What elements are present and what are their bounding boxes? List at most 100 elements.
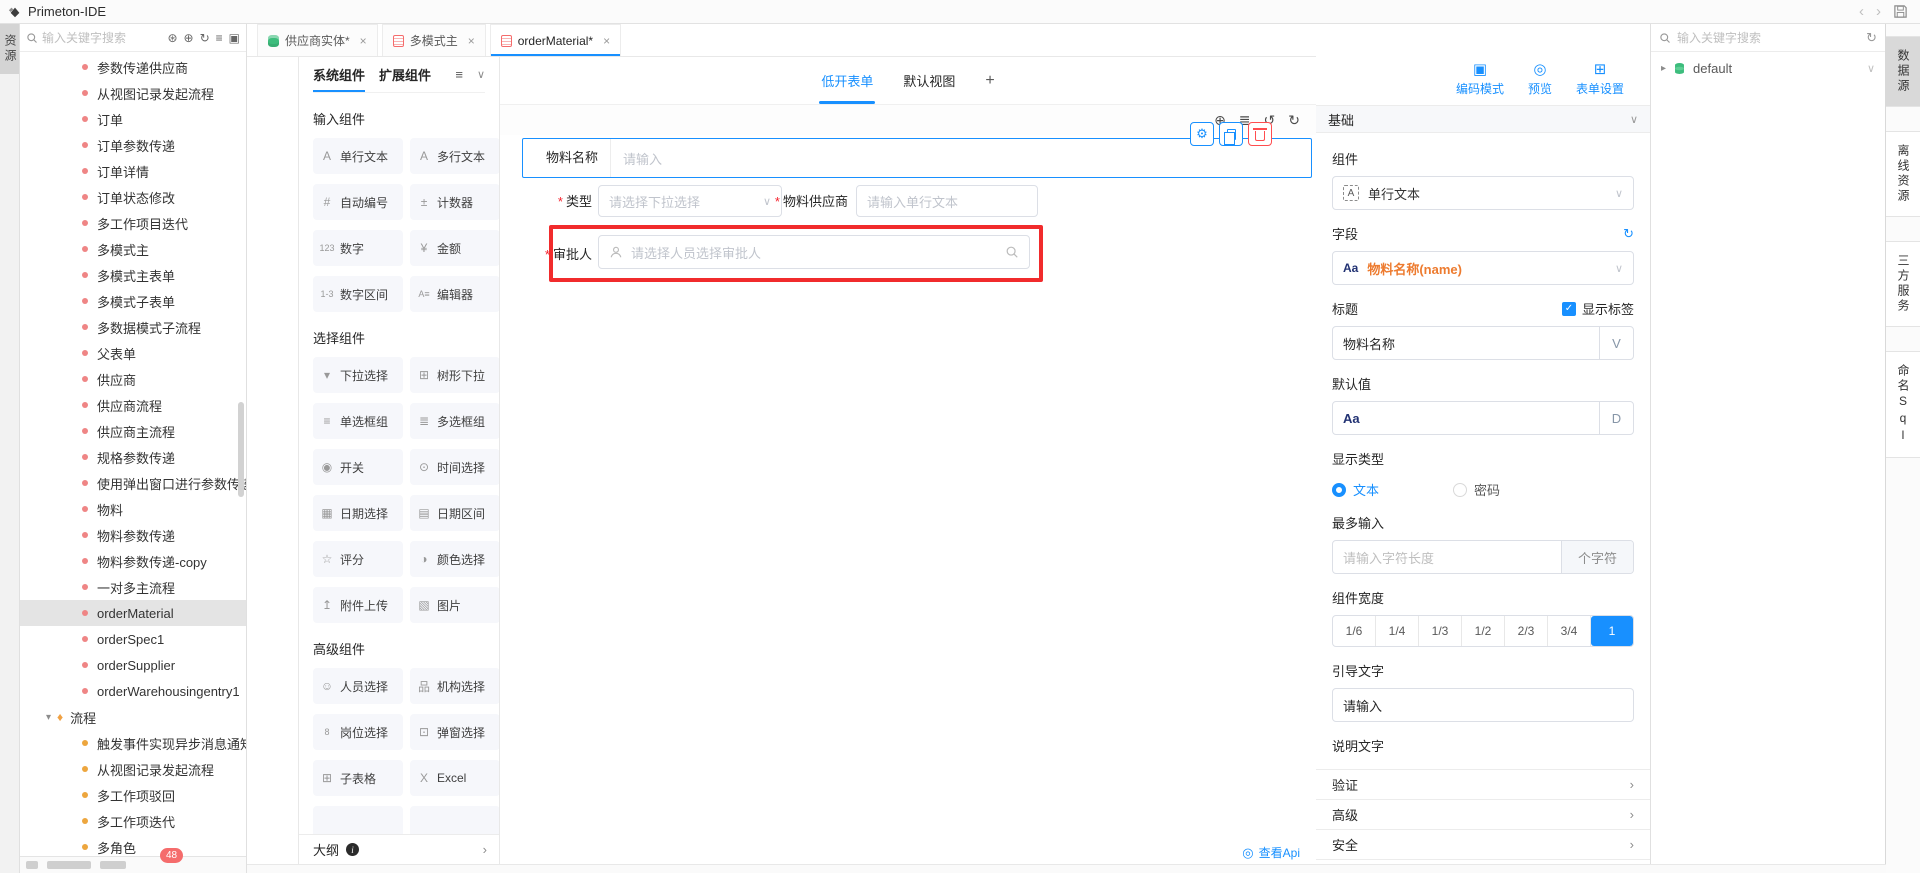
palette-component-button[interactable]: 123 数字 <box>313 230 403 266</box>
palette-component-button[interactable]: ≡ 单选框组 <box>313 403 403 439</box>
close-icon[interactable]: × <box>468 34 475 48</box>
tab-system-components[interactable]: 系统组件 <box>313 57 365 92</box>
form-design-surface[interactable]: ⚙ 物料名称 请输入 *类型 请选择下拉选择 ∨ <box>500 135 1316 873</box>
search-icon[interactable] <box>1005 245 1019 259</box>
prop-group-row[interactable]: 安全 › <box>1316 829 1650 859</box>
tree-item[interactable]: ▾ ♦ 供应商主流程 <box>20 418 246 444</box>
tree-item[interactable]: ▾ ♦ 多工作项目迭代 <box>20 210 246 236</box>
tree-item[interactable]: ▾ ♦ 使用弹出窗口进行参数传递 <box>20 470 246 496</box>
palette-component-button[interactable]: ◉ 开关 <box>313 449 403 485</box>
radio-option[interactable]: 文本 <box>1332 480 1379 499</box>
palette-component-button[interactable]: ▧ 图片 <box>410 587 500 623</box>
tree-item[interactable]: ▾ ♦ 从视图记录发起流程 <box>20 756 246 782</box>
field-select[interactable]: Aa 物料名称(name) ∨ <box>1332 251 1634 285</box>
tab-extension-components[interactable]: 扩展组件 <box>379 57 431 92</box>
outline-footer[interactable]: 大纲 i › <box>299 834 499 864</box>
tree-item[interactable]: ▾ ♦ 一对多主流程 <box>20 574 246 600</box>
width-option[interactable]: 2/3 <box>1505 616 1548 646</box>
component-select[interactable]: A 单行文本 ∨ <box>1332 176 1634 210</box>
width-option[interactable]: 1/3 <box>1419 616 1462 646</box>
tree-item[interactable]: ▾ ♦ 多工作项驳回 <box>20 782 246 808</box>
tree-item[interactable]: ▾ ♦ 规格参数传递 <box>20 444 246 470</box>
default-value-text[interactable]: Aa <box>1333 402 1599 434</box>
chevron-down-icon[interactable]: ∨ <box>1867 62 1875 75</box>
tree-item[interactable]: ▾ ♦ 流程 <box>20 704 246 730</box>
palette-component-button[interactable]: ☺ 人员选择 <box>313 668 403 704</box>
right-strip-tab[interactable]: 命名Sql <box>1886 351 1920 458</box>
tree-item[interactable]: ▾ ♦ 触发事件实现异步消息通知 <box>20 730 246 756</box>
tree-item[interactable]: ▾ ♦ 多角色 <box>20 834 246 856</box>
tree-item[interactable]: ▾ ♦ 物料参数传递-copy <box>20 548 246 574</box>
palette-component-button[interactable]: ⊡ 弹窗选择 <box>410 714 500 750</box>
tree-scrollbar[interactable] <box>238 402 244 497</box>
refresh-icon[interactable]: ↻ <box>1866 30 1877 46</box>
tree-item[interactable]: ▾ ♦ 从视图记录发起流程 <box>20 80 246 106</box>
caret-right-icon[interactable]: ▸ <box>1661 63 1666 74</box>
checkbox-checked-icon[interactable]: ✓ <box>1562 302 1576 316</box>
palette-menu-icon[interactable]: ≡ <box>455 67 463 82</box>
field-settings-button[interactable]: ⚙ <box>1190 122 1214 146</box>
props-mode-button[interactable]: ◎ 预览 <box>1528 62 1552 97</box>
nav-back-icon[interactable]: ‹ <box>1859 4 1864 19</box>
palette-component-button[interactable]: ⊙ 时间选择 <box>410 449 500 485</box>
palette-component-button[interactable]: 8 岗位选择 <box>313 714 403 750</box>
width-option[interactable]: 1/2 <box>1462 616 1505 646</box>
palette-component-button[interactable]: ☆ 评分 <box>313 541 403 577</box>
prop-group-row[interactable]: 高级 › <box>1316 799 1650 829</box>
props-mode-button[interactable]: ▣ 编码模式 <box>1456 62 1504 97</box>
width-option[interactable]: 1/4 <box>1376 616 1419 646</box>
palette-component-button[interactable]: ▤ 日期区间 <box>410 495 500 531</box>
tree-item[interactable]: ▾ ♦ orderMaterial <box>20 600 246 626</box>
right-strip-tab[interactable]: 三方服务 <box>1886 241 1920 327</box>
tree-item[interactable]: ▾ ♦ orderSpec1 <box>20 626 246 652</box>
palette-component-button[interactable]: ▦ 日期选择 <box>313 495 403 531</box>
caret-down-icon[interactable]: ▾ <box>46 712 51 723</box>
close-icon[interactable]: × <box>603 34 610 48</box>
palette-component-button[interactable]: ▾ 下拉选择 <box>313 357 403 393</box>
palette-component-button[interactable]: ¥ 金额 <box>410 230 500 266</box>
tree-item[interactable]: ▾ ♦ 物料参数传递 <box>20 522 246 548</box>
title-input-value[interactable]: 物料名称 <box>1333 327 1599 359</box>
datasource-tree-item-default[interactable]: ▸ default ∨ <box>1651 52 1885 85</box>
tree-toolbar-icon[interactable]: ≡ <box>216 31 223 45</box>
file-tab[interactable]: 供应商实体* × <box>257 24 378 56</box>
dynamic-suffix-button[interactable]: D <box>1599 402 1633 434</box>
palette-component-button[interactable]: ◑ 颜色选择 <box>410 541 500 577</box>
chevron-right-icon[interactable]: › <box>483 842 487 857</box>
chevron-down-icon[interactable]: ∨ <box>1630 113 1638 126</box>
collapse-chevron-icon[interactable]: ∨ <box>477 68 485 81</box>
tree-item[interactable]: ▾ ♦ 多模式子表单 <box>20 288 246 314</box>
tab-default-view[interactable]: 默认视图 <box>903 57 955 104</box>
palette-component-button[interactable]: ⊞ 子表格 <box>313 760 403 796</box>
type-dropdown[interactable]: 请选择下拉选择 ∨ <box>598 185 782 217</box>
props-mode-button[interactable]: ⊞ 表单设置 <box>1576 62 1624 97</box>
tree-item[interactable]: ▾ ♦ 供应商流程 <box>20 392 246 418</box>
supplier-input[interactable]: 请输入单行文本 <box>856 185 1038 217</box>
palette-component-button[interactable]: # 自动编号 <box>313 184 403 220</box>
save-icon[interactable] <box>1893 4 1908 19</box>
radio-option[interactable]: 密码 <box>1453 480 1500 499</box>
field-copy-button[interactable] <box>1219 122 1243 146</box>
width-option[interactable]: 1/6 <box>1333 616 1376 646</box>
tree-item[interactable]: ▾ ♦ 物料 <box>20 496 246 522</box>
tree-item[interactable]: ▾ ♦ 供应商 <box>20 366 246 392</box>
tree-item[interactable]: ▾ ♦ 多数据模式子流程 <box>20 314 246 340</box>
show-label-checkbox[interactable]: ✓ 显示标签 <box>1562 299 1634 318</box>
guide-text-value[interactable]: 请输入 <box>1333 689 1633 721</box>
props-section-basic[interactable]: 基础 ∨ <box>1316 105 1650 133</box>
file-tab[interactable]: 多模式主 × <box>382 24 486 56</box>
palette-component-button[interactable]: 品 机构选择 <box>410 668 500 704</box>
max-input-placeholder[interactable]: 请输入字符长度 <box>1333 541 1561 573</box>
approver-person-input[interactable]: 请选择人员选择审批人 <box>598 235 1030 269</box>
tree-item[interactable]: ▾ ♦ orderWarehousingentry1 <box>20 678 246 704</box>
width-option[interactable]: 1 <box>1591 616 1633 646</box>
file-tab[interactable]: orderMaterial* × <box>490 24 621 56</box>
nav-forward-icon[interactable]: › <box>1876 4 1881 19</box>
close-icon[interactable]: × <box>360 34 367 48</box>
tree-item[interactable]: ▾ ♦ 多工作项迭代 <box>20 808 246 834</box>
tree-item[interactable]: ▾ ♦ 订单详情 <box>20 158 246 184</box>
tree-toolbar-icon[interactable]: ↻ <box>200 31 210 45</box>
tree-item[interactable]: ▾ ♦ 多模式主表单 <box>20 262 246 288</box>
width-option[interactable]: 3/4 <box>1548 616 1591 646</box>
palette-component-button[interactable]: A 多行文本 <box>410 138 500 174</box>
